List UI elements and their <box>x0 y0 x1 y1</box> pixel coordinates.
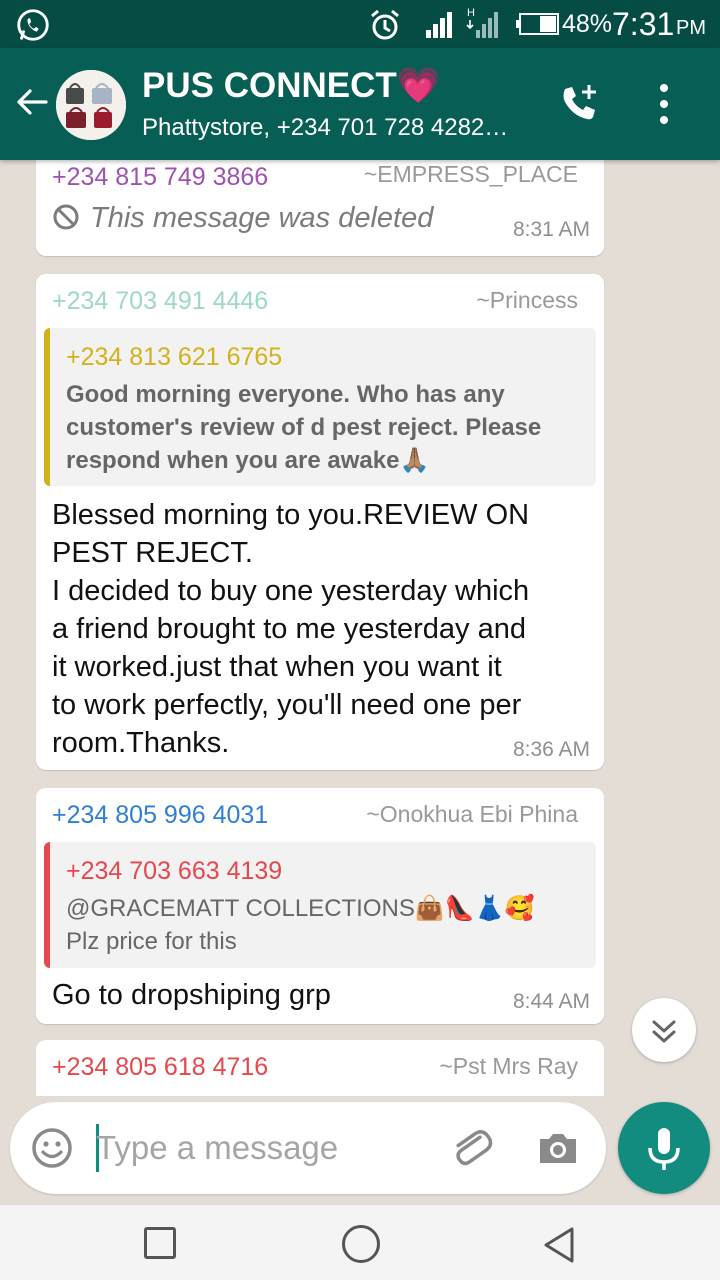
quoted-text: @GRACEMATT COLLECTIONS👜👠👗🥰 Plz price for… <box>66 892 576 958</box>
group-title-text: PUS CONNECT <box>142 66 397 105</box>
signal-strength-secondary-icon: H <box>466 7 498 38</box>
camera-icon[interactable] <box>536 1126 580 1170</box>
more-vert-icon[interactable] <box>650 80 678 128</box>
message-input[interactable]: Type a message <box>96 1128 338 1168</box>
message-sender[interactable]: +234 805 618 4716 <box>52 1052 268 1082</box>
whatsapp-icon <box>17 9 49 41</box>
svg-text:H: H <box>467 7 475 19</box>
deleted-message: This message was deleted <box>52 200 433 236</box>
message-text-line: I decided to buy one yesterday which <box>52 575 530 607</box>
message-text-line: to work perfectly, you'll need one per <box>52 689 522 721</box>
group-participants[interactable]: Phattystore, +234 701 728 4282… <box>142 114 542 142</box>
quoted-message[interactable]: +234 813 621 6765 Good morning everyone.… <box>44 328 596 486</box>
message-text-line: Blessed morning to you.REVIEW ON <box>52 499 530 531</box>
message-bubble[interactable]: +234 805 618 4716 ~Pst Mrs Ray <box>36 1040 604 1096</box>
home-button[interactable] <box>342 1225 380 1263</box>
message-text: Blessed morning to you.REVIEW ON PEST RE… <box>52 496 582 762</box>
message-pushname: ~Onokhua Ebi Phina <box>366 801 578 827</box>
scroll-down-button[interactable] <box>632 998 696 1062</box>
message-pushname: ~Princess <box>476 287 578 313</box>
recents-button[interactable] <box>144 1227 176 1259</box>
message-time: 8:36 AM <box>512 738 590 761</box>
quoted-text: Good morning everyone. Who has any custo… <box>66 381 542 474</box>
deleted-message-text: This message was deleted <box>90 202 434 234</box>
clock-time: 7:31 <box>612 6 675 42</box>
add-call-icon[interactable] <box>556 82 602 128</box>
message-bubble[interactable]: +234 815 749 3866 ~EMPRESS_PLACE This me… <box>36 160 604 256</box>
message-sender[interactable]: +234 703 491 4446 <box>52 286 268 316</box>
system-nav-bar <box>0 1204 720 1280</box>
nav-back-icon[interactable] <box>540 1225 580 1265</box>
quoted-message[interactable]: +234 703 663 4139 @GRACEMATT COLLECTIONS… <box>44 842 596 968</box>
heart-emoji: 💗 <box>396 66 441 105</box>
mic-button[interactable] <box>618 1102 710 1194</box>
group-avatar[interactable] <box>56 70 126 140</box>
message-composer: Type a message <box>10 1102 606 1194</box>
message-time: 8:44 AM <box>512 990 590 1013</box>
message-pushname: ~EMPRESS_PLACE <box>363 161 578 187</box>
quote-bar <box>44 328 50 486</box>
battery-percent: 48% <box>562 10 613 38</box>
message-bubble[interactable]: +234 805 996 4031 ~Onokhua Ebi Phina +23… <box>36 788 604 1024</box>
message-text-line: room.Thanks. <box>52 727 230 759</box>
quoted-text-line: @GRACEMATT COLLECTIONS👜👠👗🥰 <box>66 895 535 922</box>
clock-ampm: PM <box>676 17 706 39</box>
message-time: 8:31 AM <box>512 218 590 241</box>
quoted-sender: +234 813 621 6765 <box>66 343 283 371</box>
emoji-icon[interactable] <box>30 1126 74 1170</box>
message-text-line: PEST REJECT. <box>52 537 253 569</box>
message-sender[interactable]: +234 805 996 4031 <box>52 800 268 830</box>
chat-header: PUS CONNECT💗 Phattystore, +234 701 728 4… <box>0 48 720 160</box>
alarm-icon <box>371 9 399 40</box>
message-list[interactable]: +234 815 749 3866 ~EMPRESS_PLACE This me… <box>0 160 720 1096</box>
quoted-text-line: Plz price for this <box>66 928 237 955</box>
message-bubble[interactable]: +234 703 491 4446 ~Princess +234 813 621… <box>36 274 604 770</box>
message-text: Go to dropshiping grp <box>52 979 331 1011</box>
battery-icon <box>516 13 559 35</box>
handbags-image <box>56 70 126 140</box>
group-title[interactable]: PUS CONNECT💗 <box>142 66 440 106</box>
attach-icon[interactable] <box>448 1124 496 1172</box>
scroll-down-icon <box>652 1020 676 1043</box>
mic-icon <box>648 1128 680 1170</box>
message-text-line: a friend brought to me yesterday and <box>52 613 526 645</box>
quote-bar <box>44 842 50 968</box>
signal-strength-icon <box>426 12 452 38</box>
message-pushname: ~Pst Mrs Ray <box>439 1053 578 1079</box>
back-arrow-icon[interactable] <box>14 84 50 120</box>
quoted-sender: +234 703 663 4139 <box>66 857 283 885</box>
status-bar: H 48% 7:31 PM <box>0 0 720 48</box>
message-sender[interactable]: +234 815 749 3866 <box>52 162 268 192</box>
deleted-icon <box>53 204 79 230</box>
message-text-line: it worked.just that when you want it <box>52 651 502 683</box>
